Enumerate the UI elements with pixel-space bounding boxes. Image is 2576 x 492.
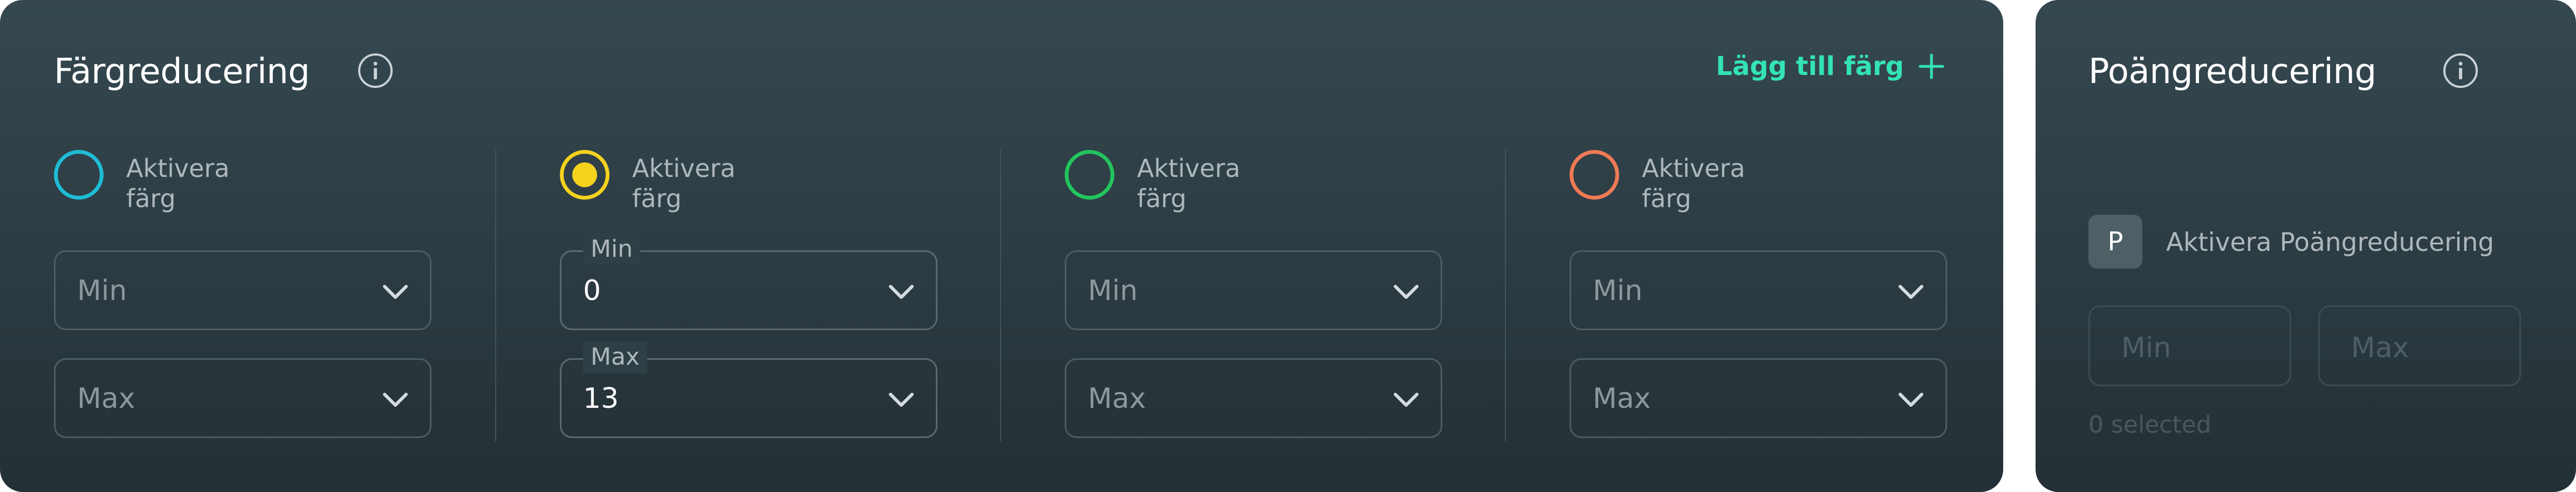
color-radio[interactable] — [1065, 150, 1114, 200]
chevron-down-icon — [1391, 278, 1421, 306]
info-circle-icon[interactable] — [2442, 52, 2479, 89]
column-divider — [1505, 150, 1506, 441]
max-placeholder: Max — [1088, 382, 1146, 415]
min-placeholder: Min — [1593, 275, 1643, 307]
point-min-placeholder: Min — [2121, 332, 2171, 364]
max-select[interactable]: Max 13 — [560, 341, 937, 438]
point-reduction-toggle[interactable]: P — [2088, 215, 2142, 269]
color-radio[interactable] — [560, 150, 609, 200]
min-placeholder: Min — [77, 275, 127, 307]
max-placeholder: Max — [1593, 382, 1651, 415]
color-reduction-title: Färgreducering — [54, 52, 310, 92]
point-reduction-title: Poängreducering — [2088, 52, 2376, 92]
column-divider — [1000, 150, 1001, 441]
max-floating-label: Max — [583, 341, 647, 373]
chevron-down-icon — [1896, 278, 1926, 306]
enable-color-label: Aktivera färg — [632, 154, 736, 213]
min-value: 0 — [583, 275, 601, 307]
enable-color-label: Aktivera färg — [126, 154, 230, 213]
enable-color-toggle[interactable]: Aktivera färg — [560, 150, 772, 214]
chevron-down-icon — [1391, 386, 1421, 414]
point-max-placeholder: Max — [2351, 332, 2409, 364]
min-select[interactable]: Min — [54, 250, 431, 330]
min-placeholder: Min — [1088, 275, 1138, 307]
enable-color-toggle[interactable]: Aktivera färg — [54, 150, 266, 214]
color-radio[interactable] — [1570, 150, 1619, 200]
info-circle-icon[interactable] — [357, 52, 394, 89]
max-select[interactable]: Max — [1570, 358, 1947, 438]
radio-selected-dot — [572, 162, 597, 187]
chevron-down-icon — [380, 278, 410, 306]
point-reduction-panel: Poängreducering P Aktivera Poängreduceri… — [2036, 0, 2576, 492]
chevron-down-icon — [1896, 386, 1926, 414]
color-reduction-panel: Färgreducering Lägg till färg Aktivera f… — [0, 0, 2003, 492]
plus-icon — [1918, 53, 1945, 80]
point-max-field[interactable]: Max — [2318, 305, 2521, 386]
max-select[interactable]: Max — [1065, 358, 1442, 438]
point-reduction-enable-label: Aktivera Poängreducering — [2166, 228, 2495, 257]
color-radio[interactable] — [54, 150, 104, 200]
enable-color-toggle[interactable]: Aktivera färg — [1570, 150, 1782, 214]
min-select[interactable]: Min 0 — [560, 234, 937, 330]
enable-color-label: Aktivera färg — [1642, 154, 1745, 213]
min-floating-label: Min — [583, 234, 641, 265]
enable-color-toggle[interactable]: Aktivera färg — [1065, 150, 1277, 214]
add-color-button[interactable]: Lägg till färg — [1716, 47, 1945, 85]
min-select[interactable]: Min — [1570, 250, 1947, 330]
point-min-field[interactable]: Min — [2088, 305, 2291, 386]
max-value: 13 — [583, 382, 619, 415]
chevron-down-icon — [380, 386, 410, 414]
max-placeholder: Max — [77, 382, 135, 415]
min-select[interactable]: Min — [1065, 250, 1442, 330]
enable-color-label: Aktivera färg — [1137, 154, 1241, 213]
add-color-label: Lägg till färg — [1716, 51, 1904, 81]
chevron-down-icon — [886, 386, 916, 414]
max-select[interactable]: Max — [54, 358, 431, 438]
chevron-down-icon — [886, 278, 916, 306]
column-divider — [495, 150, 496, 441]
selected-count-text: 0 selected — [2088, 411, 2211, 439]
